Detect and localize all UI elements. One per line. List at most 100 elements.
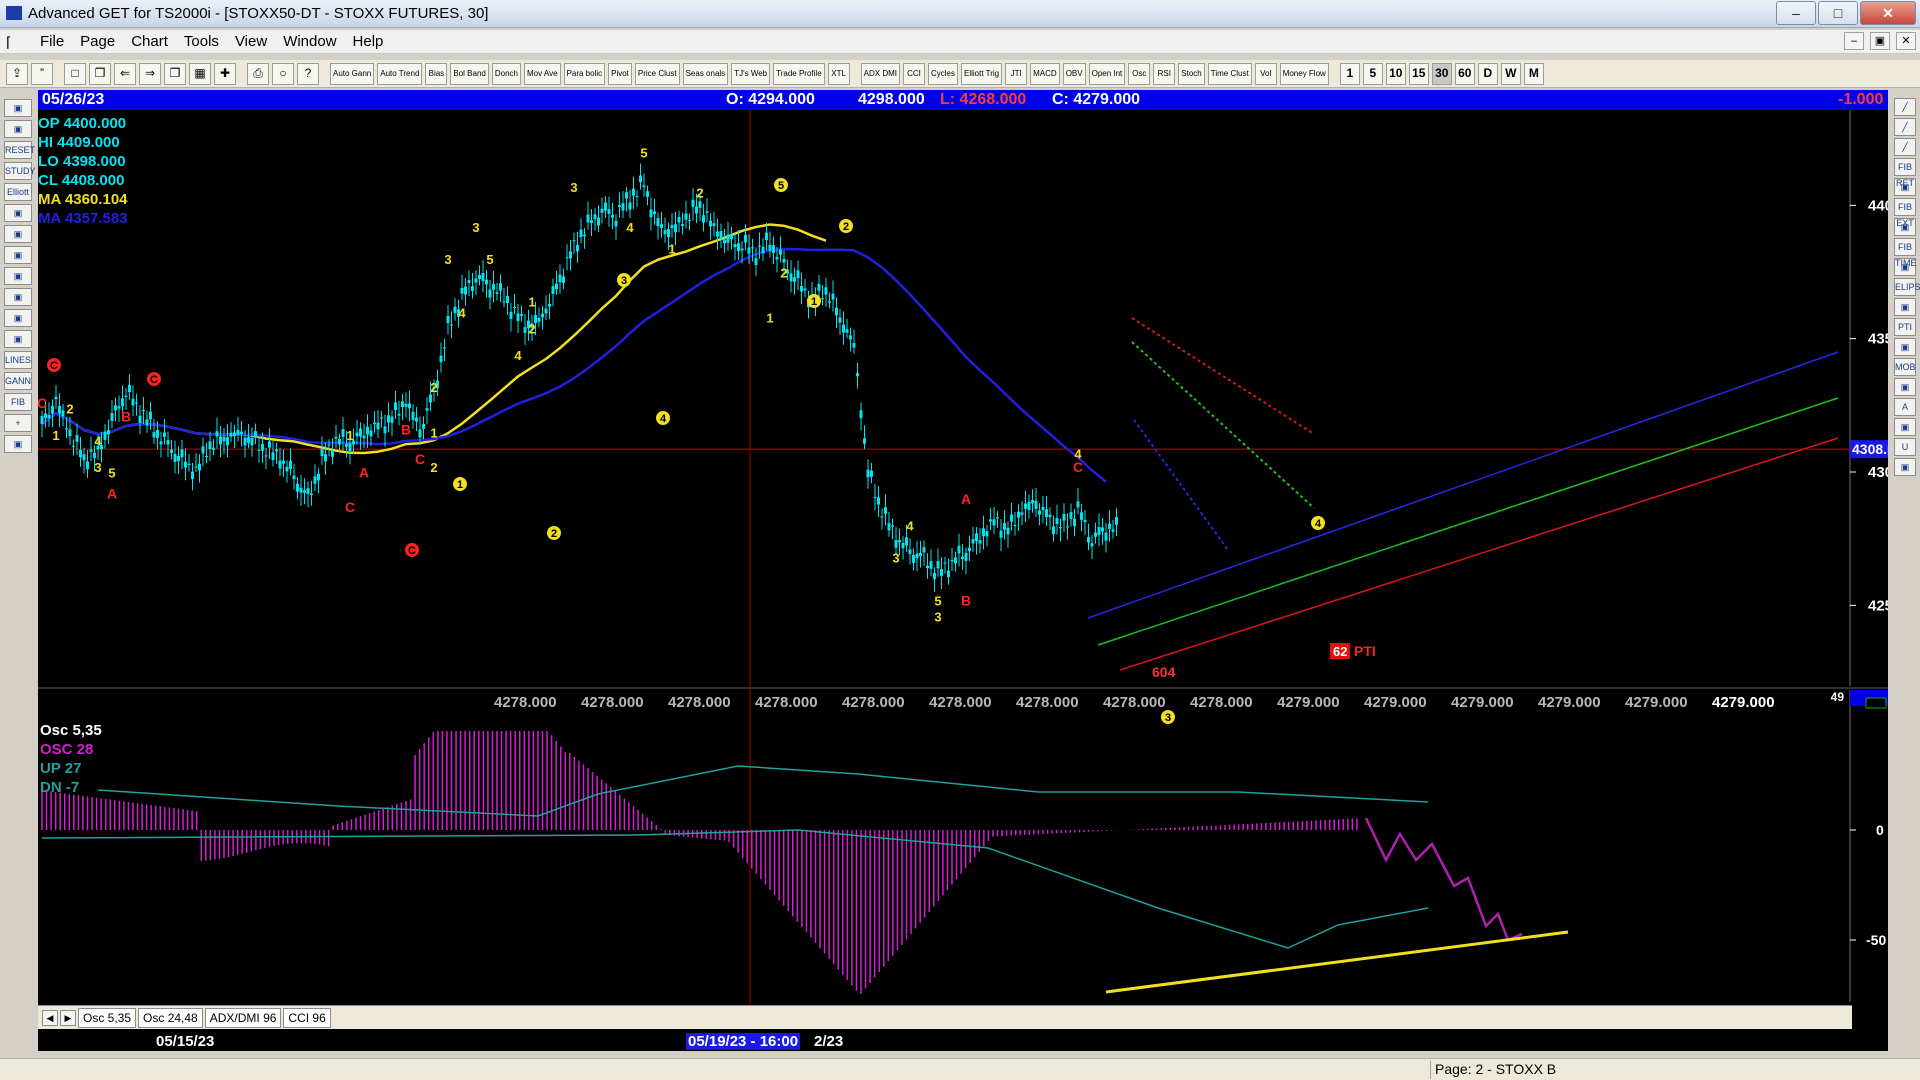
tool-u-button[interactable]: U	[1894, 438, 1916, 456]
tool-mob-button[interactable]: MOB	[1894, 358, 1916, 376]
study-seas-onals-button[interactable]: Seas onals	[682, 62, 729, 85]
pencil-icon[interactable]: ╱	[1894, 118, 1916, 136]
tool-reset-button[interactable]: RESET	[4, 141, 35, 159]
study-osc-button[interactable]: Osc	[1128, 62, 1151, 85]
up-arrow-icon[interactable]: ▣	[4, 204, 32, 222]
tool-gann-button[interactable]: GANN	[4, 372, 32, 390]
scroll-left-icon[interactable]: ⇐	[114, 62, 136, 85]
tab-osc-5-35[interactable]: Osc 5,35	[78, 1007, 137, 1028]
tool-elips-button[interactable]: ELIPS	[1894, 278, 1920, 296]
drawing-tool-icon[interactable]: ▣	[1894, 378, 1916, 396]
tool-fib-ret-button[interactable]: FIB RET	[1894, 158, 1916, 188]
menu-help[interactable]: Help	[345, 33, 392, 50]
study-cycles-button[interactable]: Cycles	[927, 62, 958, 85]
study-tj-s-web-button[interactable]: TJ's Web	[731, 62, 771, 85]
copy-icon[interactable]: ❐	[89, 62, 111, 85]
study-bias-button[interactable]: Bias	[425, 62, 448, 85]
chart-window[interactable]: 4400.000 4350.000 4300.000 4250.000 4308.568…	[38, 90, 1888, 1051]
pointer-tool-icon[interactable]: ⇪	[6, 62, 28, 85]
study-vol-button[interactable]: Vol	[1254, 62, 1277, 85]
study-money-flow-button[interactable]: Money Flow	[1279, 62, 1329, 85]
study-open-int-button[interactable]: Open Int	[1088, 62, 1126, 85]
layout-icon[interactable]: ▣	[4, 120, 32, 138]
tool-lines-button[interactable]: LINES	[4, 351, 32, 369]
study-pivot-button[interactable]: Pivot	[608, 62, 632, 85]
tab-cci-96[interactable]: CCI 96	[283, 1007, 331, 1028]
maximize-button[interactable]: □	[1818, 1, 1858, 25]
menu-page[interactable]: Page	[72, 33, 123, 50]
study-macd-button[interactable]: MACD	[1030, 62, 1060, 85]
study-rsi-button[interactable]: RSI	[1153, 62, 1176, 85]
price-chart[interactable]: 4400.000 4350.000 4300.000 4250.000 4308.568…	[38, 90, 1888, 1005]
study-time-clust-button[interactable]: Time Clust	[1207, 62, 1252, 85]
help-icon[interactable]: ?	[297, 62, 319, 85]
close-x-icon[interactable]: ╱	[1894, 98, 1916, 116]
tab-adx-dmi-96[interactable]: ADX/DMI 96	[204, 1007, 282, 1028]
study-elliott-trig-button[interactable]: Elliott Trig	[961, 62, 1003, 85]
tool-fib-button[interactable]: FIB	[4, 393, 32, 411]
timeframe-d-button[interactable]: D	[1477, 62, 1498, 85]
timeframe-60-button[interactable]: 60	[1454, 62, 1475, 85]
drawing-tool-icon[interactable]: ▣	[1894, 418, 1916, 436]
zoom-icon[interactable]: ❒	[164, 62, 186, 85]
mdi-restore-button[interactable]: ▣	[1870, 32, 1890, 50]
mdi-close-button[interactable]: ✕	[1896, 32, 1916, 50]
study-mov-ave-button[interactable]: Mov Ave	[523, 62, 561, 85]
right-arrow-icon[interactable]: ▣	[4, 267, 32, 285]
tool-fib-time-button[interactable]: FIB TIME	[1894, 238, 1917, 268]
timeframe-w-button[interactable]: W	[1500, 62, 1521, 85]
tool-fib-ext-button[interactable]: FIB EXT	[1894, 198, 1916, 228]
study-adx-dmi-button[interactable]: ADX DMI	[860, 62, 900, 85]
drawing-tool-icon[interactable]: ▣	[1894, 458, 1916, 476]
tab-next-button[interactable]: ▶	[60, 1009, 76, 1026]
study-jti-button[interactable]: JTI	[1005, 62, 1028, 85]
menu-file[interactable]: File	[32, 33, 72, 50]
study-xtl-button[interactable]: XTL	[827, 62, 850, 85]
left-arrow-icon[interactable]: ▣	[4, 246, 32, 264]
trend-icon[interactable]: ▣	[4, 309, 32, 327]
tool-a-button[interactable]: A	[1894, 398, 1916, 416]
timeframe-m-button[interactable]: M	[1523, 62, 1544, 85]
print-icon[interactable]: ▣	[4, 435, 32, 453]
grid-icon[interactable]: ▦	[189, 62, 211, 85]
print-icon[interactable]: ⎙	[247, 62, 269, 85]
tool-study-button[interactable]: STUDY	[4, 162, 36, 180]
new-icon[interactable]: □	[64, 62, 86, 85]
study-bol-band-button[interactable]: Bol Band	[450, 62, 489, 85]
close-button[interactable]: ✕	[1860, 1, 1916, 25]
document-icon[interactable]: ⌈	[6, 34, 20, 50]
study-auto-trend-button[interactable]: Auto Trend	[377, 62, 423, 85]
drawing-tool-icon[interactable]: ▣	[1894, 338, 1916, 356]
crosshair-icon[interactable]: ✚	[214, 62, 236, 85]
folder-icon[interactable]: ▣	[4, 99, 32, 117]
timeframe-5-button[interactable]: 5	[1362, 62, 1383, 85]
menu-view[interactable]: View	[227, 33, 275, 50]
timeframe-30-button[interactable]: 30	[1431, 62, 1452, 85]
table-icon[interactable]: ▣	[4, 330, 32, 348]
tab-prev-button[interactable]: ◀	[42, 1009, 58, 1026]
line-icon[interactable]: ╱	[1894, 138, 1916, 156]
study-stoch-button[interactable]: Stoch	[1178, 62, 1205, 85]
tab-osc-24-48[interactable]: Osc 24,48	[138, 1007, 203, 1028]
drawing-tool-icon[interactable]: ▣	[1894, 298, 1916, 316]
menu-chart[interactable]: Chart	[123, 33, 176, 50]
cycle-icon[interactable]: ▣	[4, 288, 32, 306]
price-panel[interactable]	[38, 90, 1850, 686]
lightbulb-icon[interactable]: ○	[272, 62, 294, 85]
study-donch-button[interactable]: Donch	[491, 62, 521, 85]
tool-pti-button[interactable]: PTI	[1894, 318, 1916, 336]
study-obv-button[interactable]: OBV	[1062, 62, 1086, 85]
timeframe-15-button[interactable]: 15	[1408, 62, 1429, 85]
study-auto-gann-button[interactable]: Auto Gann	[330, 62, 375, 85]
study-trade-profile-button[interactable]: Trade Profile	[773, 62, 825, 85]
minimize-button[interactable]: –	[1776, 1, 1816, 25]
menu-window[interactable]: Window	[275, 33, 344, 50]
panel-resize-icon[interactable]	[1865, 697, 1887, 709]
mdi-minimize-button[interactable]: –	[1844, 32, 1864, 50]
tool-elliott-button[interactable]: Elliott	[4, 183, 32, 201]
quote-icon[interactable]: ”	[31, 62, 53, 85]
study-para-bolic-button[interactable]: Para bolic	[563, 62, 606, 85]
timeframe-10-button[interactable]: 10	[1385, 62, 1406, 85]
study-cci-button[interactable]: CCI	[902, 62, 925, 85]
scroll-right-icon[interactable]: ⇒	[139, 62, 161, 85]
